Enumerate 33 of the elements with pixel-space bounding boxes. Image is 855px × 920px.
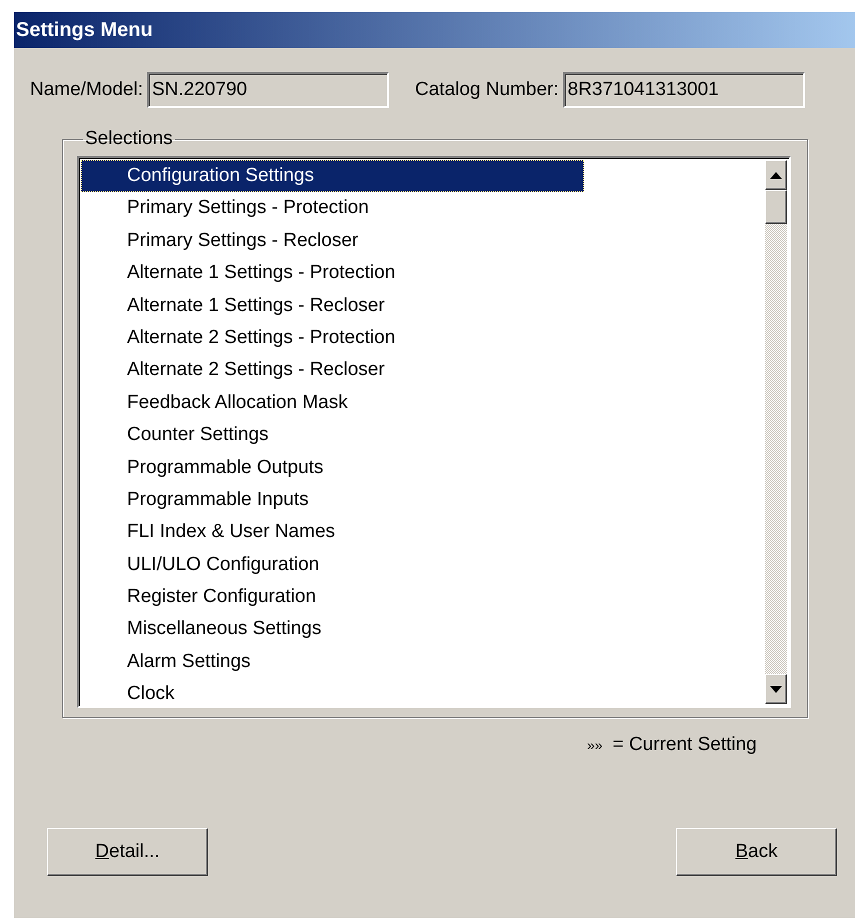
group-legend: Selections [83,128,175,150]
field-label: Name/Model: [30,79,143,101]
text-field[interactable]: 8R371041313001 [562,72,805,108]
list-item[interactable]: Feedback Allocation Mask [81,386,584,419]
down-arrow-icon [770,686,782,692]
scroll-thumb[interactable] [765,190,787,224]
list-item[interactable]: FLI Index & User Names [81,516,584,548]
list-item[interactable]: Alternate 2 Settings - Protection [81,322,584,354]
list-item[interactable]: Counter Settings [81,419,584,452]
list-item[interactable]: Programmable Outputs [81,452,584,484]
dialog-button[interactable]: Back [676,828,837,876]
text-field[interactable]: SN.220790 [147,72,389,108]
list-item[interactable]: ULI/ULO Configuration [81,548,584,581]
list-item[interactable]: Miscellaneous Settings [81,613,584,646]
list-item[interactable]: Configuration Settings [81,160,584,192]
scroll-down-button[interactable] [765,674,787,704]
scroll-up-button[interactable] [765,160,787,190]
list-item[interactable]: Clock [81,678,584,706]
legend-text: = Current Setting [612,734,757,756]
current-setting-marker: »» [587,737,603,753]
list-item[interactable]: Register Configuration [81,581,584,614]
field-label: Catalog Number: [415,79,559,101]
list-item[interactable]: Programmable Inputs [81,484,584,516]
list-item[interactable]: Alternate 1 Settings - Recloser [81,290,584,322]
list-item[interactable]: Primary Settings - Recloser [81,224,584,257]
dialog-button[interactable]: Detail... [47,828,208,876]
scrollbar[interactable] [765,160,787,704]
list-item[interactable]: Alternate 1 Settings - Protection [81,257,584,290]
window-title: Settings Menu [16,18,153,42]
list-item[interactable]: Alarm Settings [81,646,584,678]
list-item[interactable]: Primary Settings - Protection [81,192,584,224]
list-item[interactable]: Alternate 2 Settings - Recloser [81,354,584,386]
up-arrow-icon [770,172,782,178]
